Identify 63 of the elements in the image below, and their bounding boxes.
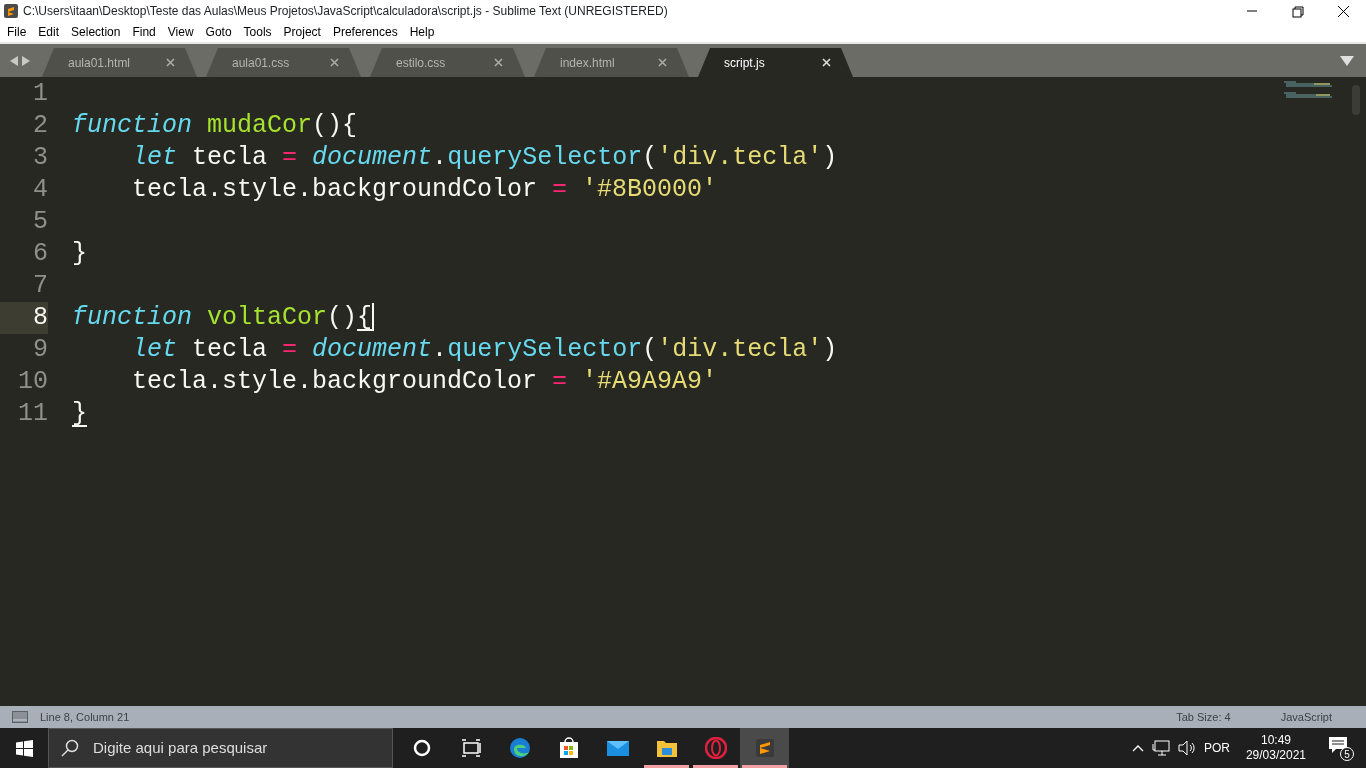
opera-logo-icon xyxy=(704,737,727,759)
sublime-logo-icon xyxy=(4,4,18,18)
menu-item[interactable]: Selection xyxy=(65,22,127,42)
windows-logo-icon[interactable] xyxy=(15,739,33,757)
code-line: tecla.style.backgroundColor = '#A9A9A9' xyxy=(131,367,718,396)
sublime-logo-icon xyxy=(753,737,776,759)
menu-item[interactable]: File xyxy=(1,22,33,42)
edge-logo-icon xyxy=(508,737,531,759)
code-line: } xyxy=(72,239,87,268)
speaker-icon[interactable] xyxy=(1177,740,1196,756)
menu-item[interactable]: Edit xyxy=(32,22,66,42)
code-line: let tecla = document.querySelector('div.tecla') xyxy=(131,143,838,172)
network-icon[interactable] xyxy=(1151,740,1170,756)
line-number: 6 xyxy=(32,238,48,270)
search-icon xyxy=(61,739,79,757)
code-line: tecla.style.backgroundColor = '#8B0000' xyxy=(131,175,718,204)
file-tab[interactable]: index.html xyxy=(534,48,689,77)
menu-item[interactable]: Find xyxy=(126,22,162,42)
line-number: 1 xyxy=(32,78,48,110)
cursor-position: Line 8, Column 21 xyxy=(40,709,131,725)
line-number: 5 xyxy=(32,206,48,238)
minimap-drawing[interactable] xyxy=(1284,81,1334,101)
file-tab[interactable]: estilo.css xyxy=(370,48,525,77)
line-number: 7 xyxy=(32,270,48,302)
search-placeholder: Digite aqui para pesquisar xyxy=(93,737,268,758)
text-cursor xyxy=(372,303,375,332)
syntax-mode[interactable]: JavaScript xyxy=(1280,708,1332,726)
left-arrow-icon[interactable] xyxy=(10,55,18,66)
search-field[interactable]: Digite aqui para pesquisar xyxy=(48,728,393,768)
file-tab[interactable]: aula01.html xyxy=(42,48,197,77)
code-line: function voltaCor(){ xyxy=(72,303,373,332)
file-tab[interactable]: aula01.css xyxy=(206,48,361,77)
line-number: 10 xyxy=(17,366,48,398)
menu-item[interactable]: Help xyxy=(403,22,441,42)
dropdown-arrow-icon[interactable] xyxy=(1340,56,1354,66)
code-line: function mudaCor(){ xyxy=(72,111,358,140)
line-number: 8 xyxy=(0,302,48,334)
line-number: 3 xyxy=(32,142,48,174)
monitor-icon[interactable] xyxy=(12,711,28,723)
language-indicator[interactable]: POR xyxy=(1203,739,1230,757)
line-number: 4 xyxy=(32,174,48,206)
menu-item[interactable]: Goto xyxy=(199,22,238,42)
line-number: 11 xyxy=(17,398,48,430)
code-line: } xyxy=(72,399,87,428)
file-tab[interactable]: script.js xyxy=(698,48,853,77)
code-line: let tecla = document.querySelector('div.tecla') xyxy=(131,335,838,364)
window-title: C:\Users\itaan\Desktop\Teste das Aulas\Meus Projetos\JavaScript\calculadora\script.js - Sublime Text (UNREGISTERED) xyxy=(23,3,669,20)
notification-count: 5 xyxy=(1340,747,1354,761)
store-icon xyxy=(557,737,580,759)
chevron-up-icon[interactable] xyxy=(1131,744,1144,752)
clock-date[interactable]: 29/03/2021 xyxy=(1245,748,1306,763)
menu-item[interactable]: Tools xyxy=(237,22,278,42)
menu-item[interactable]: View xyxy=(161,22,200,42)
line-number: 2 xyxy=(32,110,48,142)
close-icon[interactable] xyxy=(1336,4,1350,18)
restore-icon[interactable] xyxy=(1290,4,1304,18)
tab-size[interactable]: Tab Size: 4 xyxy=(1176,708,1231,726)
line-number: 9 xyxy=(32,334,48,366)
menu-item[interactable]: Project xyxy=(277,22,327,42)
right-arrow-icon[interactable] xyxy=(22,55,30,66)
task-view-icon xyxy=(459,737,482,759)
clock-time[interactable]: 10:49 xyxy=(1260,733,1291,748)
menu-item[interactable]: Preferences xyxy=(326,22,404,42)
